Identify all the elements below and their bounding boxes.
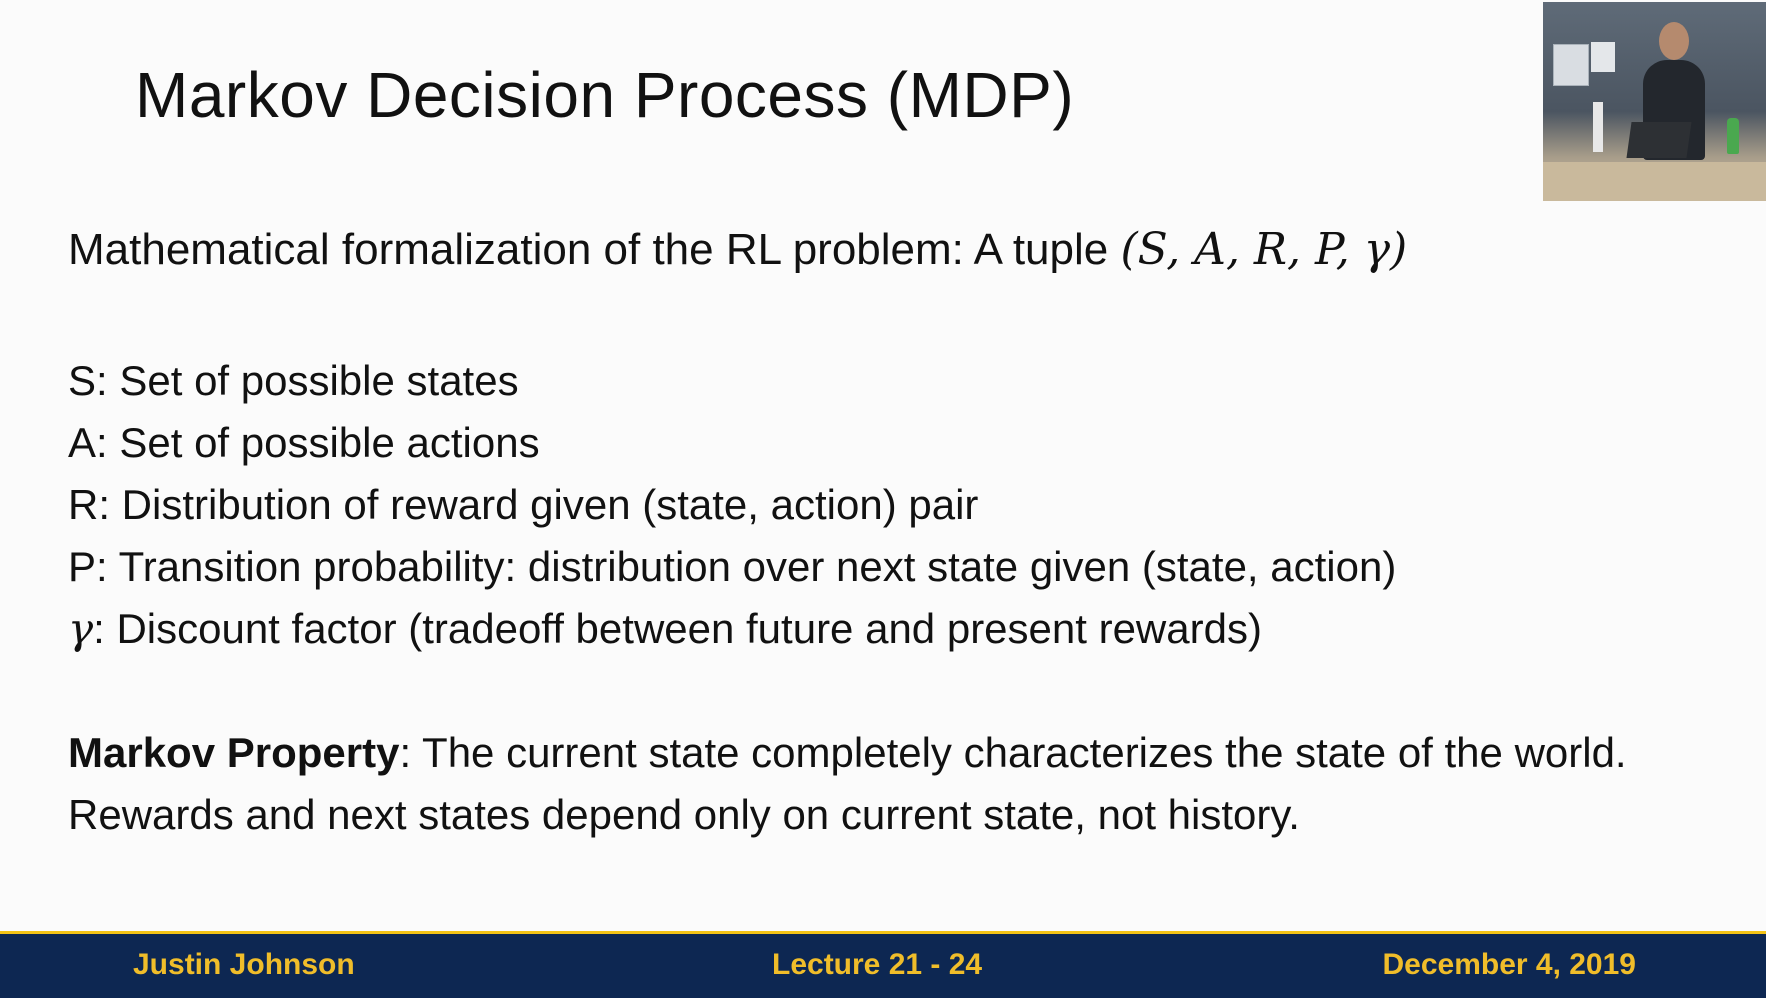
webcam-wall-poster — [1591, 42, 1615, 72]
definition-text: : Set of possible states — [96, 357, 519, 404]
definition-symbol: S — [68, 357, 97, 404]
definition-text: : Distribution of reward given (state, a… — [98, 481, 979, 528]
slide-title: Markov Decision Process (MDP) — [135, 59, 1075, 131]
definition-list: S: Set of possible states A: Set of poss… — [68, 350, 1396, 660]
definition-item: P: Transition probability: distribution … — [68, 536, 1396, 598]
footer-author: Justin Johnson — [133, 948, 355, 981]
definition-item: R: Distribution of reward given (state, … — [68, 474, 1396, 536]
footer-lecture: Lecture 21 - 24 — [772, 948, 983, 981]
webcam-lamp — [1593, 102, 1603, 152]
markov-property-paragraph: Markov Property: The current state compl… — [68, 722, 1708, 846]
footer-date: December 4, 2019 — [1382, 948, 1636, 981]
definition-text: : Set of possible actions — [96, 419, 540, 466]
definition-item: A: Set of possible actions — [68, 412, 1396, 474]
webcam-bottle — [1727, 118, 1739, 154]
webcam-wall-poster — [1553, 44, 1589, 86]
markov-property-term: Markov Property — [68, 729, 400, 776]
slide: Markov Decision Process (MDP) Mathematic… — [0, 0, 1766, 998]
webcam-laptop — [1626, 122, 1692, 158]
definition-symbol: P — [68, 543, 97, 590]
definition-symbol: R — [68, 481, 99, 528]
definition-symbol: A — [68, 419, 97, 466]
webcam-desk — [1543, 162, 1766, 201]
intro-line: Mathematical formalization of the RL pro… — [68, 224, 1407, 275]
webcam-presenter-head — [1659, 22, 1689, 60]
definition-item: γ: Discount factor (tradeoff between fut… — [68, 598, 1396, 660]
intro-text: Mathematical formalization of the RL pro… — [68, 225, 1121, 274]
presenter-webcam-video — [1543, 2, 1766, 201]
slide-footer: Justin Johnson Lecture 21 - 24 December … — [0, 931, 1766, 998]
tuple-notation: (S, A, R, P, γ) — [1120, 224, 1408, 275]
definition-symbol: γ — [68, 604, 94, 653]
definition-text: : Transition probability: distribution o… — [96, 543, 1397, 590]
definition-item: S: Set of possible states — [68, 350, 1396, 412]
definition-text: : Discount factor (tradeoff between futu… — [93, 605, 1262, 652]
